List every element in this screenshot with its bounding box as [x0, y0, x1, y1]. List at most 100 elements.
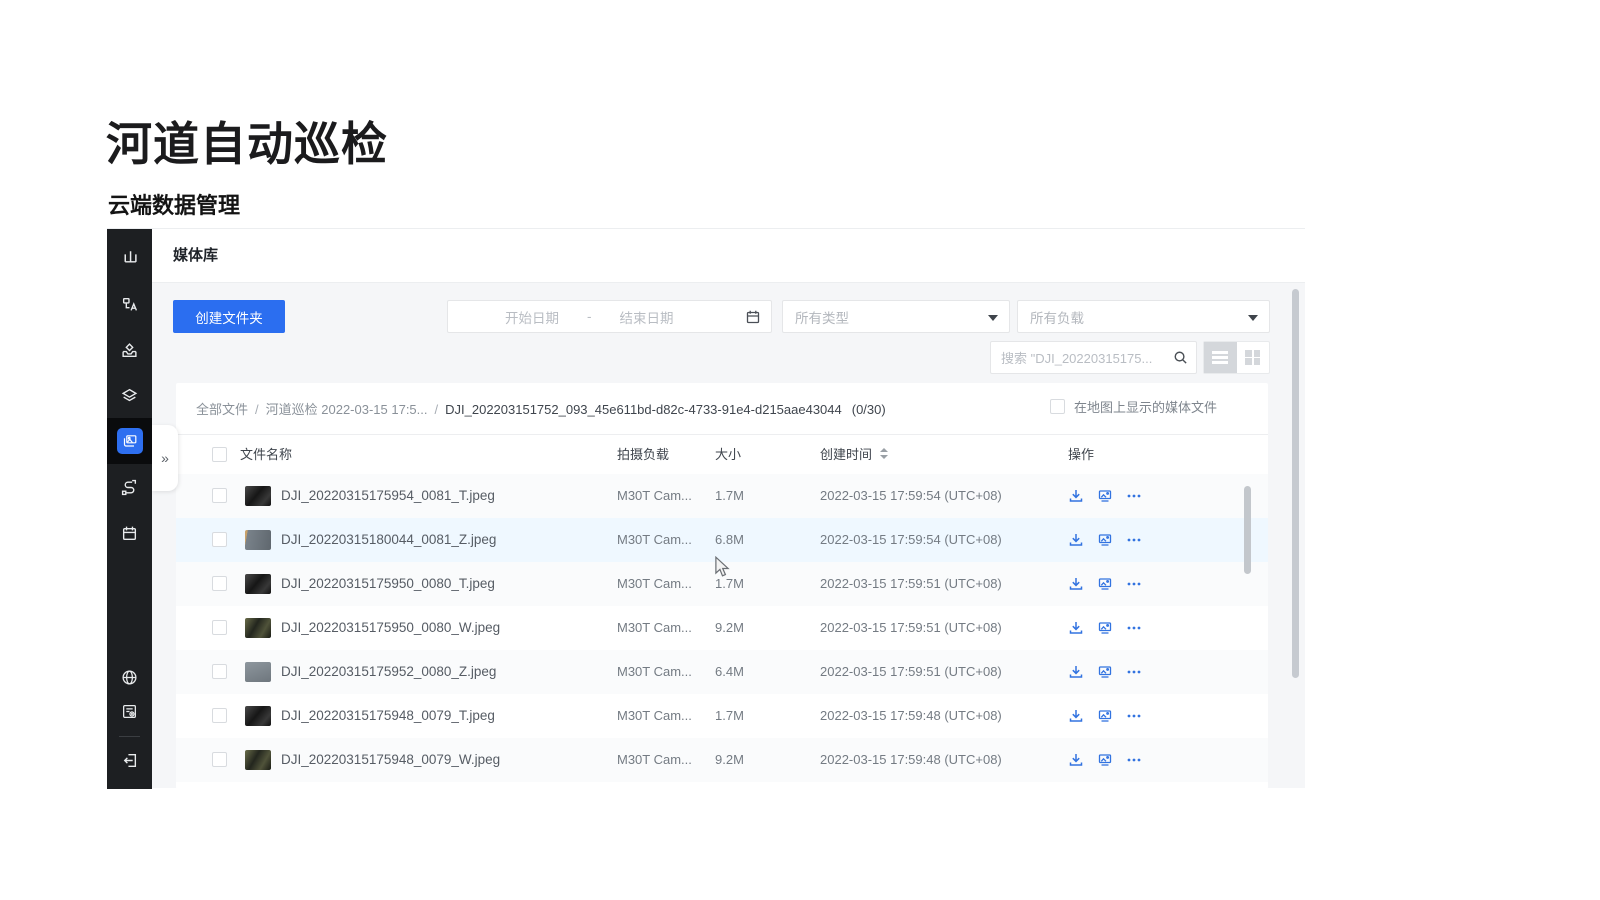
sidebar-item-task-plan[interactable] [107, 510, 152, 556]
more-actions-icon[interactable] [1126, 488, 1142, 504]
download-icon[interactable] [1068, 576, 1084, 592]
page-scrollbar[interactable] [1292, 289, 1299, 678]
date-start-placeholder: 开始日期 [505, 307, 559, 327]
file-created-time: 2022-03-15 17:59:51 (UTC+08) [820, 650, 1002, 694]
page-header-title: 媒体库 [173, 229, 218, 283]
file-thumbnail[interactable] [245, 706, 271, 726]
breadcrumb-folder[interactable]: 河道巡检 2022-03-15 17:5... [266, 402, 428, 417]
type-filter-select[interactable]: 所有类型 [782, 300, 1010, 333]
column-header-name[interactable]: 文件名称 [240, 435, 292, 474]
date-end-placeholder: 结束日期 [620, 307, 674, 327]
file-thumbnail[interactable] [245, 750, 271, 770]
row-checkbox[interactable] [212, 532, 227, 547]
logout-icon [121, 752, 138, 769]
sidebar-item-device-logs[interactable] [107, 693, 152, 729]
sidebar-item-language[interactable] [107, 659, 152, 695]
row-checkbox[interactable] [212, 488, 227, 503]
column-header-created[interactable]: 创建时间 [820, 435, 872, 474]
file-thumbnail[interactable] [245, 662, 271, 682]
view-on-map-icon[interactable] [1097, 708, 1113, 724]
search-placeholder: 搜索 "DJI_20220315175... [1001, 348, 1152, 367]
file-thumbnail[interactable] [245, 530, 271, 550]
file-name[interactable]: DJI_20220315175948_0079_W.jpeg [281, 738, 500, 782]
sort-asc-icon [880, 448, 888, 452]
more-actions-icon[interactable] [1126, 752, 1142, 768]
view-on-map-icon[interactable] [1097, 532, 1113, 548]
file-name[interactable]: DJI_20220315175950_0080_W.jpeg [281, 606, 500, 650]
file-payload: M30T Cam... [617, 650, 692, 694]
sidebar-expand-handle[interactable]: » [152, 425, 178, 491]
file-thumbnail[interactable] [245, 574, 271, 594]
row-checkbox[interactable] [212, 576, 227, 591]
sidebar-item-material-upload[interactable] [107, 327, 152, 373]
download-icon[interactable] [1068, 488, 1084, 504]
more-actions-icon[interactable] [1126, 532, 1142, 548]
download-icon[interactable] [1068, 532, 1084, 548]
column-header-size[interactable]: 大小 [715, 435, 741, 474]
view-on-map-icon[interactable] [1097, 664, 1113, 680]
select-all-checkbox[interactable] [212, 447, 227, 462]
create-folder-button[interactable]: 创建文件夹 [173, 300, 285, 333]
file-size: 1.7M [715, 562, 744, 606]
sidebar-item-media-library[interactable] [107, 418, 152, 464]
search-input[interactable]: 搜索 "DJI_20220315175... [990, 341, 1197, 374]
selection-count: (0/30) [852, 402, 886, 417]
sort-created-button[interactable] [880, 448, 888, 459]
download-icon[interactable] [1068, 664, 1084, 680]
sidebar-item-flight-route[interactable] [107, 464, 152, 510]
map-toggle-checkbox[interactable] [1050, 399, 1065, 414]
file-created-time: 2022-03-15 17:59:54 (UTC+08) [820, 518, 1002, 562]
file-name[interactable]: DJI_20220315175948_0079_T.jpeg [281, 694, 495, 738]
table-row[interactable]: DJI_20220315175952_0080_Z.jpeg M30T Cam.… [176, 650, 1268, 694]
show-on-map-toggle[interactable]: 在地图上显示的媒体文件 [1050, 397, 1217, 416]
breadcrumb-separator: / [435, 402, 439, 417]
date-range-input[interactable]: 开始日期 - 结束日期 [447, 300, 772, 333]
row-checkbox[interactable] [212, 708, 227, 723]
table-row[interactable]: DJI_20220315175950_0080_T.jpeg M30T Cam.… [176, 562, 1268, 606]
table-row[interactable]: DJI_20220315175954_0081_T.jpeg M30T Cam.… [176, 474, 1268, 518]
table-row[interactable]: DJI_20220315180044_0081_Z.jpeg M30T Cam.… [176, 518, 1268, 562]
table-row[interactable]: DJI_20220315175950_0080_W.jpeg M30T Cam.… [176, 606, 1268, 650]
payload-filter-value: 所有负载 [1030, 307, 1084, 327]
file-created-time: 2022-03-15 17:59:51 (UTC+08) [820, 606, 1002, 650]
file-name[interactable]: DJI_20220315175950_0080_T.jpeg [281, 562, 495, 606]
row-checkbox[interactable] [212, 620, 227, 635]
download-icon[interactable] [1068, 752, 1084, 768]
list-scrollbar[interactable] [1244, 486, 1251, 574]
file-name[interactable]: DJI_20220315175954_0081_T.jpeg [281, 474, 495, 518]
sidebar-item-layers[interactable] [107, 372, 152, 418]
sidebar-item-exit[interactable] [107, 742, 152, 778]
grid-view-button[interactable] [1237, 342, 1270, 373]
more-actions-icon[interactable] [1126, 708, 1142, 724]
app-header: 媒体库 [152, 229, 1305, 283]
file-thumbnail[interactable] [245, 618, 271, 638]
view-on-map-icon[interactable] [1097, 752, 1113, 768]
more-actions-icon[interactable] [1126, 620, 1142, 636]
file-payload: M30T Cam... [617, 518, 692, 562]
file-size: 6.4M [715, 650, 744, 694]
table-row[interactable]: DJI_20220315175948_0079_T.jpeg M30T Cam.… [176, 694, 1268, 738]
breadcrumb-all-files[interactable]: 全部文件 [196, 402, 248, 417]
table-row[interactable]: DJI_20220315175948_0079_W.jpeg M30T Cam.… [176, 738, 1268, 782]
payload-filter-select[interactable]: 所有负载 [1017, 300, 1270, 333]
download-icon[interactable] [1068, 708, 1084, 724]
grid-view-icon [1245, 350, 1260, 365]
download-icon[interactable] [1068, 620, 1084, 636]
row-checkbox[interactable] [212, 752, 227, 767]
sidebar-item-devices[interactable] [107, 281, 152, 327]
view-on-map-icon[interactable] [1097, 488, 1113, 504]
list-view-button[interactable] [1204, 342, 1237, 373]
more-actions-icon[interactable] [1126, 576, 1142, 592]
column-header-payload[interactable]: 拍摄负载 [617, 435, 669, 474]
file-thumbnail[interactable] [245, 486, 271, 506]
more-actions-icon[interactable] [1126, 664, 1142, 680]
file-size: 6.8M [715, 518, 744, 562]
sidebar-item-projects[interactable] [107, 233, 152, 279]
view-on-map-icon[interactable] [1097, 576, 1113, 592]
file-name[interactable]: DJI_20220315180044_0081_Z.jpeg [281, 518, 496, 562]
file-created-time: 2022-03-15 17:59:54 (UTC+08) [820, 474, 1002, 518]
view-on-map-icon[interactable] [1097, 620, 1113, 636]
row-actions [1068, 532, 1142, 548]
file-name[interactable]: DJI_20220315175952_0080_Z.jpeg [281, 650, 496, 694]
row-checkbox[interactable] [212, 664, 227, 679]
